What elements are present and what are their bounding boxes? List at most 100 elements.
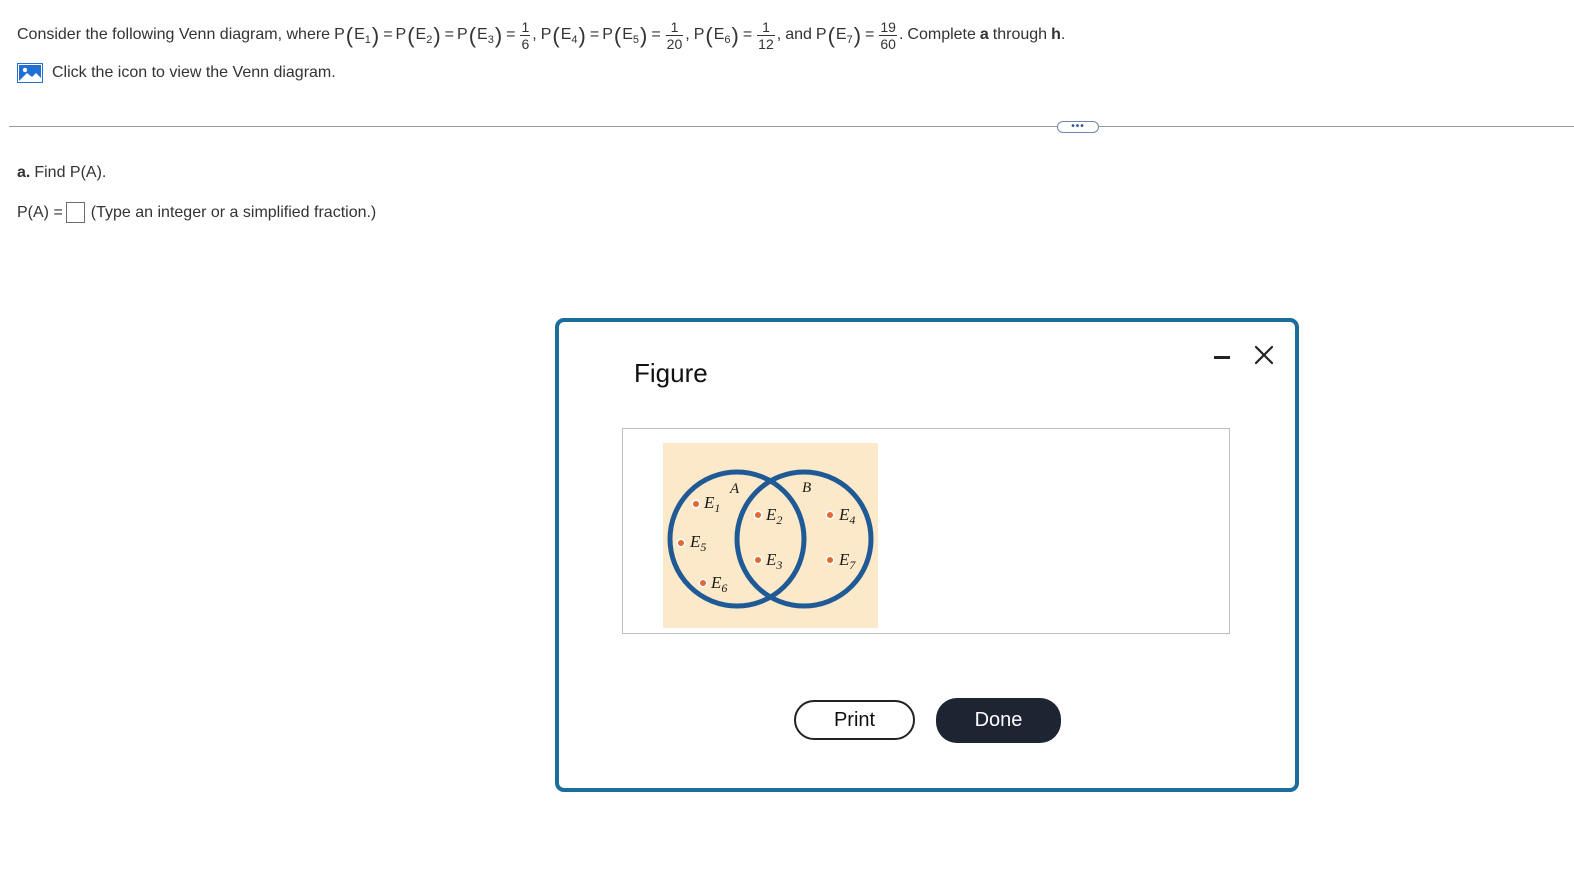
complete-prefix: Complete: [907, 26, 976, 43]
fraction-numerator: 1: [521, 18, 530, 35]
paren-close: ): [578, 23, 586, 48]
figure-dialog: Figure A B E1 E5 E6 E2 E3 E4 E7 Print Do…: [555, 318, 1299, 792]
close-icon[interactable]: [1253, 344, 1275, 366]
event-letter: E: [354, 26, 365, 43]
fraction-one-twentieth: 1 20: [665, 18, 684, 52]
point-e2: [753, 510, 763, 520]
point-e6: [698, 578, 708, 588]
dialog-title: Figure: [634, 358, 708, 388]
prob-symbol: P: [457, 26, 468, 43]
section-divider: [9, 126, 1574, 127]
event-letter: E: [703, 493, 715, 512]
point-e7: [825, 555, 835, 565]
event-letter: E: [689, 532, 701, 551]
and-word: and: [785, 26, 812, 43]
event-letter: E: [765, 505, 777, 524]
comma: ,: [685, 26, 690, 43]
answer-label: P(A) =: [17, 203, 63, 221]
fraction-nineteen-sixtieths: 19 60: [879, 19, 897, 52]
paren-open: (: [613, 23, 622, 48]
problem-statement: Consider the following Venn diagram, whe…: [17, 12, 1065, 58]
part-a-text: Find P(A).: [34, 164, 107, 181]
print-button[interactable]: Print: [794, 700, 915, 740]
fraction-one-twelfth: 1 12: [757, 19, 775, 52]
paren-close: ): [433, 23, 441, 48]
paren-open: (: [827, 23, 835, 48]
fraction-one-sixth: 16: [520, 18, 531, 52]
view-venn-diagram-label[interactable]: Click the icon to view the Venn diagram.: [52, 64, 336, 82]
through-word: through: [992, 26, 1048, 43]
event-subscript: 6: [721, 581, 727, 595]
event-letter: E: [622, 26, 633, 43]
event-subscript: 2: [426, 34, 433, 46]
equals-sign: =: [651, 26, 661, 43]
problem-intro: Consider the following Venn diagram, whe…: [17, 26, 331, 43]
event-subscript: 2: [776, 513, 782, 527]
figure-frame: A B E1 E5 E6 E2 E3 E4 E7: [622, 428, 1230, 634]
event-letter: E: [713, 26, 725, 43]
point-e1: [691, 499, 701, 509]
done-button[interactable]: Done: [936, 698, 1061, 743]
answer-hint: (Type an integer or a simplified fractio…: [90, 203, 377, 221]
prob-symbol: P: [815, 26, 827, 43]
period: .: [1060, 26, 1066, 43]
prob-symbol: P: [602, 26, 613, 43]
point-e5: [676, 538, 686, 548]
minimize-icon[interactable]: [1214, 356, 1230, 359]
event-letter: E: [415, 26, 427, 43]
equals-sign: =: [865, 26, 875, 43]
paren-open: (: [552, 23, 560, 48]
paren-close: ): [853, 23, 862, 48]
part-h-ref: h: [1051, 26, 1061, 43]
equals-sign: =: [444, 26, 455, 43]
event-subscript: 5: [700, 540, 706, 554]
answer-row: P(A) = (Type an integer or a simplified …: [17, 202, 376, 223]
fraction-denominator: 20: [665, 34, 684, 52]
equals-sign: =: [383, 26, 393, 43]
event-letter: E: [765, 550, 777, 569]
event-letter: E: [710, 573, 722, 592]
event-subscript: 3: [487, 34, 494, 46]
event-letter: E: [477, 26, 488, 43]
set-label-b: B: [802, 480, 811, 496]
expand-more-button[interactable]: •••: [1057, 121, 1099, 133]
paren-close: ): [494, 23, 503, 48]
event-subscript: 7: [846, 34, 853, 46]
paren-close: ): [640, 23, 648, 48]
event-subscript: 6: [724, 34, 731, 46]
paren-close: ): [371, 23, 380, 48]
fraction-numerator: 1: [762, 18, 770, 35]
event-subscript: 1: [714, 501, 720, 515]
prob-symbol: P: [693, 26, 705, 43]
fraction-numerator: 19: [880, 18, 896, 35]
point-e4: [825, 510, 835, 520]
paren-close: ): [731, 23, 739, 48]
equals-sign: =: [589, 26, 600, 43]
comma: ,: [776, 26, 782, 43]
answer-input[interactable]: [65, 202, 85, 223]
equals-sign: =: [742, 26, 753, 43]
event-subscript: 4: [571, 34, 578, 46]
part-a-ref: a: [979, 26, 989, 43]
prob-symbol: P: [334, 26, 345, 43]
prob-symbol: P: [395, 26, 407, 43]
event-subscript: 3: [775, 558, 782, 572]
fraction-denominator: 60: [879, 34, 897, 52]
fraction-denominator: 6: [520, 34, 531, 52]
paren-open: (: [705, 23, 713, 48]
fraction-numerator: 1: [670, 18, 679, 35]
part-a-question: a. Find P(A).: [17, 164, 106, 182]
view-venn-diagram-link[interactable]: Click the icon to view the Venn diagram.: [17, 63, 336, 83]
comma: ,: [532, 26, 537, 43]
paren-open: (: [407, 23, 415, 48]
event-letter: E: [560, 26, 572, 43]
venn-diagram: A B E1 E5 E6 E2 E3 E4 E7: [663, 443, 878, 628]
event-subscript: 1: [364, 34, 371, 46]
paren-open: (: [468, 23, 477, 48]
event-subscript: 4: [849, 513, 855, 527]
paren-open: (: [345, 23, 354, 48]
event-subscript: 5: [632, 34, 639, 46]
image-icon[interactable]: [17, 63, 43, 83]
part-a-letter: a.: [17, 164, 31, 181]
more-dots[interactable]: •••: [1071, 122, 1085, 132]
